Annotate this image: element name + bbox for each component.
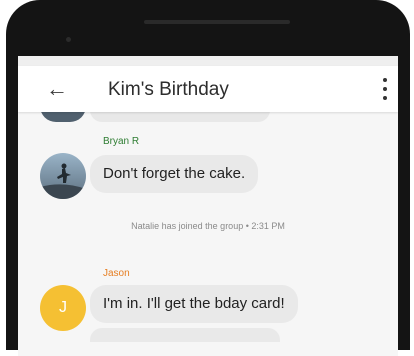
avatar-bryan[interactable] <box>40 153 86 199</box>
conversation-title: Kim's Birthday <box>108 79 229 100</box>
message-bubble[interactable]: I'm in. I'll get the bday card! <box>90 285 298 323</box>
status-bar <box>18 56 398 66</box>
app-bar: ← Kim's Birthday <box>18 66 398 112</box>
system-message: Natalie has joined the group • 2:31 PM <box>131 221 285 231</box>
arrow-left-icon[interactable]: ← <box>44 78 70 100</box>
sender-name-jason: Jason <box>103 268 130 279</box>
chat-screen: ← Kim's Birthday Bryan R Don't forget th… <box>18 56 398 356</box>
sender-name-bryan: Bryan R <box>103 136 140 147</box>
phone-frame: ← Kim's Birthday Bryan R Don't forget th… <box>6 0 410 356</box>
more-vert-icon[interactable] <box>380 78 390 100</box>
message-bubble[interactable]: Don't forget the cake. <box>90 155 259 193</box>
camera-icon <box>66 37 71 42</box>
message-bubble-next[interactable] <box>90 328 280 342</box>
avatar-jason[interactable]: J <box>40 285 86 331</box>
speaker-grille <box>144 20 290 24</box>
